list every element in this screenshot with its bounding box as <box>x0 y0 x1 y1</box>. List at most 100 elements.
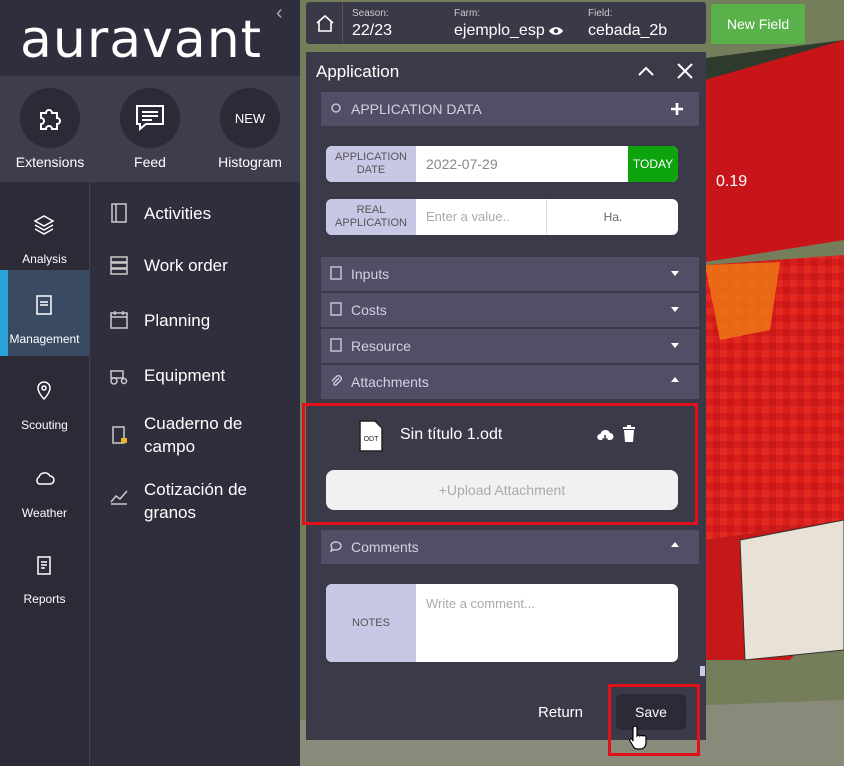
submenu-label: Activities <box>144 204 212 223</box>
notes-row: NOTES Write a comment... <box>326 584 678 662</box>
side-nav-label: Reports <box>23 592 66 606</box>
side-nav-label: Scouting <box>21 418 68 432</box>
top-actions: Extensions Feed NEW Histogram <box>0 76 300 182</box>
clipboard-icon <box>36 295 52 315</box>
new-badge: NEW <box>220 88 280 148</box>
resource-section-header[interactable]: Resource <box>321 329 699 365</box>
feed-label: Feed <box>134 154 166 170</box>
attachments-label: Attachments <box>351 374 429 390</box>
field-value: cebada_2b <box>588 22 668 39</box>
application-data-label: APPLICATION DATA <box>351 101 482 117</box>
field-selector[interactable]: Field: cebada_2b <box>588 2 698 44</box>
side-column: Analysis Management Scouting Weather Rep… <box>0 182 90 766</box>
season-selector[interactable]: Season: 22/23 <box>352 2 442 44</box>
home-button[interactable] <box>306 2 343 44</box>
eye-icon[interactable] <box>548 25 564 37</box>
notebook-icon <box>112 426 127 444</box>
panel-title: Application <box>316 62 400 81</box>
return-button[interactable]: Return <box>538 704 583 721</box>
submenu-planning[interactable]: Planning <box>108 309 298 333</box>
application-data-header[interactable]: APPLICATION DATA <box>321 92 699 128</box>
field-label: Field: <box>588 8 613 19</box>
notes-label: NOTES <box>326 584 416 662</box>
inputs-icon <box>330 266 342 280</box>
comments-label: Comments <box>351 539 419 555</box>
chevron-down-icon <box>671 271 679 276</box>
calendar-icon <box>110 311 128 329</box>
collapse-chevron-icon[interactable]: ‹ <box>276 2 283 25</box>
side-nav-label: Weather <box>21 506 68 520</box>
logo: auravant <box>20 10 263 70</box>
side-nav-analysis[interactable]: Analysis <box>0 190 89 276</box>
inputs-section-header[interactable]: Inputs <box>321 257 699 293</box>
breadcrumb: Season: 22/23 Farm: ejemplo_esp Field: c… <box>306 2 706 44</box>
attachments-section-header[interactable]: Attachments <box>321 365 699 401</box>
farm-selector[interactable]: Farm: ejemplo_esp <box>454 2 574 44</box>
layers-icon <box>33 215 55 235</box>
comments-section-header[interactable]: Comments <box>321 530 699 566</box>
resource-label: Resource <box>351 338 411 354</box>
submenu-label: Cotización de granos <box>144 480 248 522</box>
chevron-down-icon <box>671 307 679 312</box>
submenu-label: Planning <box>144 311 211 330</box>
resource-icon <box>330 338 342 352</box>
panel-scrollbar[interactable] <box>700 666 705 676</box>
today-button[interactable]: TODAY <box>628 146 678 182</box>
submenu-label: Equipment <box>144 366 226 385</box>
submenu-equipment[interactable]: Equipment <box>108 364 298 388</box>
logo-area: auravant ‹ <box>0 0 300 76</box>
chevron-up-icon <box>671 377 679 382</box>
farm-value: ejemplo_esp <box>454 22 545 39</box>
costs-section-header[interactable]: Costs <box>321 293 699 329</box>
inputs-label: Inputs <box>351 266 390 282</box>
submenu-activities[interactable]: Activities <box>108 202 298 226</box>
chart-icon <box>110 490 128 505</box>
save-highlight <box>608 684 700 756</box>
histogram-label: Histogram <box>218 154 282 170</box>
paperclip-icon <box>331 375 342 386</box>
application-date-input[interactable]: 2022-07-29 <box>426 156 498 172</box>
extensions-label: Extensions <box>15 154 85 170</box>
side-nav-label: Analysis <box>22 252 67 266</box>
side-nav-management[interactable]: Management <box>0 270 89 356</box>
notes-textarea[interactable]: Write a comment... <box>426 596 535 611</box>
submenu-cotizacion-de-granos[interactable]: Cotización de granos <box>108 478 298 526</box>
chevron-down-icon <box>671 343 679 348</box>
collapse-up-icon[interactable] <box>637 65 655 77</box>
unit-select[interactable]: Ha. <box>546 199 678 235</box>
panel-header: Application <box>306 52 706 90</box>
book-icon <box>111 203 127 223</box>
farm-label: Farm: <box>454 8 481 19</box>
side-nav-reports[interactable]: Reports <box>0 530 89 616</box>
puzzle-icon <box>20 88 80 148</box>
home-icon <box>316 14 334 32</box>
submenu-work-order[interactable]: Work order <box>108 254 298 278</box>
tractor-icon <box>110 370 128 385</box>
real-application-label: REAL APPLICATION <box>326 199 416 235</box>
location-pin-icon <box>37 381 51 401</box>
new-field-button[interactable]: New Field <box>711 4 805 44</box>
attachment-highlight <box>302 403 698 525</box>
hand-cursor-icon <box>629 725 647 750</box>
add-icon[interactable] <box>670 102 684 116</box>
submenu-label: Cuaderno de campo <box>144 414 243 456</box>
application-panel: Application APPLICATION DATA APPLICATION… <box>306 52 706 740</box>
costs-label: Costs <box>351 302 387 318</box>
server-icon <box>110 256 128 275</box>
side-nav-label: Management <box>9 332 80 346</box>
management-submenu: Activities Work order Planning Equipment… <box>90 182 300 766</box>
cloud-icon <box>36 472 55 485</box>
season-value: 22/23 <box>352 22 393 39</box>
side-nav-scouting[interactable]: Scouting <box>0 356 89 442</box>
side-nav-weather[interactable]: Weather <box>0 444 89 530</box>
report-icon <box>37 556 51 575</box>
real-application-input[interactable]: Enter a value.. <box>426 209 510 224</box>
chat-icon <box>120 88 180 148</box>
real-application-row: REAL APPLICATION Enter a value.. Ha. <box>326 199 678 235</box>
chevron-up-icon <box>671 542 679 547</box>
submenu-cuaderno-de-campo[interactable]: Cuaderno de campo <box>108 412 298 460</box>
costs-icon <box>330 302 342 316</box>
season-label: Season: <box>352 8 389 19</box>
close-icon[interactable] <box>676 62 694 80</box>
left-navigation: auravant ‹ Extensions Feed NEW Histogram… <box>0 0 300 766</box>
